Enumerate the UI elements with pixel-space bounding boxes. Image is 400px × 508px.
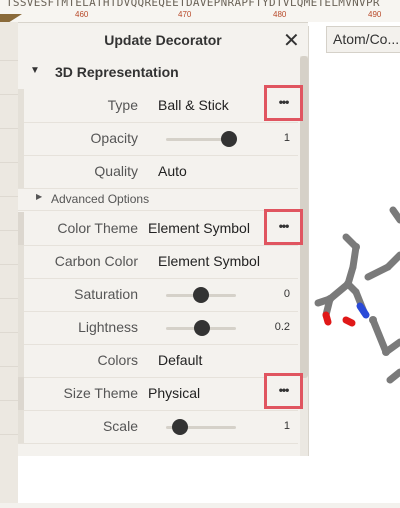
section-title: 3D Representation <box>55 64 179 80</box>
size-theme-label: Size Theme <box>63 385 138 401</box>
saturation-row: Saturation 0 <box>18 278 298 312</box>
caret-down-icon: ▼ <box>30 65 40 76</box>
carbon-color-row: Carbon Color Element Symbol <box>18 245 298 279</box>
slider-knob[interactable] <box>194 320 211 336</box>
type-more-button[interactable]: ••• <box>264 85 303 121</box>
size-theme-select[interactable]: Physical <box>148 385 200 401</box>
sequence-strip: TSSVESFTMTELATHTDVQQREQEETDAVEPNRAPFTYDT… <box>0 0 400 23</box>
sequence-numbers: 460 470 480 490 <box>0 10 400 20</box>
panel-header: Update Decorator ✕ <box>18 26 308 54</box>
lightness-label: Lightness <box>78 319 138 335</box>
scale-row: Scale 1 <box>18 410 298 444</box>
3d-viewer[interactable] <box>308 22 400 503</box>
molecule-render <box>314 206 400 384</box>
panel-title: Update Decorator <box>104 32 222 48</box>
lightness-row: Lightness 0.2 <box>18 311 298 345</box>
sequence-text: TSSVESFTMTELATHTDVQQREQEETDAVEPNRAPFTYDT… <box>6 0 380 9</box>
quality-row: Quality Auto <box>18 155 298 189</box>
more-icon: ••• <box>278 95 290 109</box>
scale-value: 1 <box>283 420 290 432</box>
update-decorator-panel: Update Decorator ✕ ▼ 3D Representation T… <box>18 26 309 456</box>
carbon-color-select[interactable]: Element Symbol <box>158 253 260 269</box>
scale-slider[interactable] <box>166 419 236 435</box>
left-gutter <box>0 22 18 503</box>
slider-knob[interactable] <box>172 419 188 435</box>
seq-number: 470 <box>178 10 192 19</box>
section-3d-representation[interactable]: ▼ 3D Representation <box>18 60 298 84</box>
seq-number: 480 <box>273 10 287 19</box>
lightness-value: 0.2 <box>274 321 290 333</box>
caret-right-icon: ▶ <box>36 192 43 201</box>
type-label: Type <box>107 97 138 113</box>
carbon-color-label: Carbon Color <box>54 253 138 269</box>
saturation-label: Saturation <box>74 286 138 302</box>
scale-label: Scale <box>102 418 138 434</box>
size-theme-row: Size Theme Physical <box>18 377 298 411</box>
close-icon[interactable]: ✕ <box>283 28 300 53</box>
color-theme-more-button[interactable]: ••• <box>264 209 303 245</box>
opacity-label: Opacity <box>90 130 138 146</box>
quality-label: Quality <box>94 163 138 179</box>
type-row: Type Ball & Stick <box>18 89 298 123</box>
type-select[interactable]: Ball & Stick <box>158 97 229 113</box>
panel-bottom-overflow <box>18 456 308 503</box>
colors-label: Colors <box>97 352 138 368</box>
saturation-value: 0 <box>283 288 290 300</box>
color-theme-select[interactable]: Element Symbol <box>148 220 250 236</box>
opacity-row: Opacity 1 <box>18 122 298 156</box>
slider-knob[interactable] <box>221 131 237 147</box>
advanced-options-toggle[interactable]: ▶ Advanced Options <box>18 188 298 211</box>
saturation-slider[interactable] <box>166 287 236 303</box>
more-icon: ••• <box>278 219 290 233</box>
colors-select[interactable]: Default <box>158 352 202 368</box>
quality-select[interactable]: Auto <box>158 163 187 179</box>
color-theme-row: Color Theme Element Symbol <box>18 212 298 246</box>
opacity-value: 1 <box>283 132 290 144</box>
seq-number: 460 <box>75 10 89 19</box>
seq-number: 490 <box>368 10 382 19</box>
opacity-slider[interactable] <box>166 131 237 147</box>
size-theme-more-button[interactable]: ••• <box>264 373 303 409</box>
lightness-slider[interactable] <box>166 320 236 336</box>
color-theme-label: Color Theme <box>57 220 138 236</box>
more-icon: ••• <box>278 383 290 397</box>
slider-knob[interactable] <box>193 287 209 303</box>
colors-row: Colors Default <box>18 344 298 378</box>
atom-coordinates-button[interactable]: Atom/Co... <box>326 26 400 53</box>
advanced-options-label: Advanced Options <box>51 192 150 206</box>
